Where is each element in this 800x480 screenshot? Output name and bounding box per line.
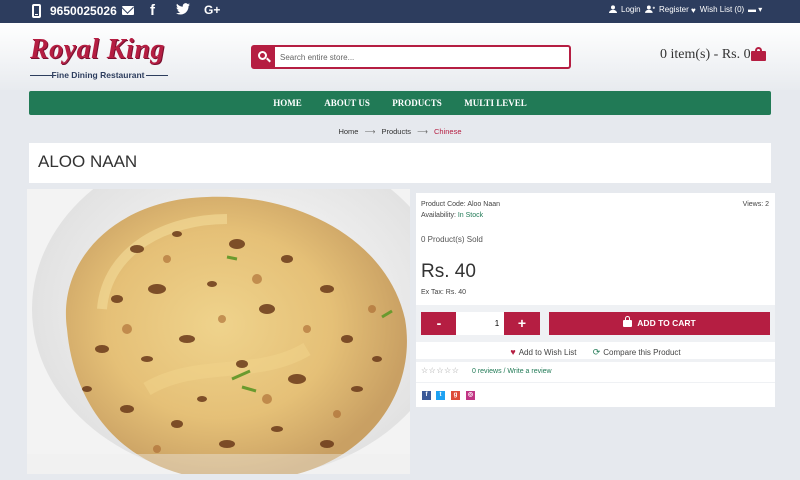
twitter-icon[interactable] xyxy=(176,3,190,15)
divider xyxy=(416,382,775,383)
add-to-wishlist-link[interactable]: ♥ Add to Wish List xyxy=(510,347,576,357)
search-input[interactable] xyxy=(280,49,565,65)
facebook-share-icon[interactable]: f xyxy=(422,391,431,400)
top-bar: 9650025026 f G+ Login Register ♥ Wish Lis… xyxy=(0,0,800,23)
mail-icon[interactable] xyxy=(122,6,134,15)
header: Royal King Fine Dining Restaurant 0 item… xyxy=(0,23,800,90)
facebook-icon[interactable]: f xyxy=(150,2,155,19)
naan-illustration xyxy=(27,189,410,474)
ex-tax-price: Ex Tax: Rs. 40 xyxy=(421,289,467,296)
compare-product-link[interactable]: ⟳ Compare this Product xyxy=(593,347,681,358)
heart-icon: ♥ xyxy=(691,6,696,15)
rating-stars: ☆☆☆☆☆ xyxy=(421,366,460,375)
refresh-icon: ⟳ xyxy=(592,347,601,357)
phone-number: 9650025026 xyxy=(50,4,117,18)
product-info-panel: Product Code: Aloo Naan Availability: In… xyxy=(416,193,775,407)
phone-icon xyxy=(32,4,41,18)
google-plus-share-icon[interactable]: g xyxy=(451,391,460,400)
availability: Availability: In Stock xyxy=(421,212,484,219)
heart-icon: ♥ xyxy=(510,347,516,357)
arrow-right-icon: ⟶ xyxy=(417,127,428,136)
product-actions: ♥ Add to Wish List ⟳ Compare this Product xyxy=(416,343,775,359)
wishlist-link[interactable]: ♥ Wish List (0) xyxy=(691,5,744,15)
google-plus-icon[interactable]: G+ xyxy=(204,3,220,17)
stock-status: In Stock xyxy=(457,212,484,219)
reviews-link[interactable]: 0 reviews / Write a review xyxy=(472,368,552,375)
views-count: Views: 2 xyxy=(742,201,769,208)
main-nav: HOME ABOUT US PRODUCTS MULTI LEVEL xyxy=(29,91,771,115)
decrease-quantity-button[interactable]: - xyxy=(421,312,457,335)
nav-item-products[interactable]: PRODUCTS xyxy=(383,91,451,115)
minus-icon: ▬ xyxy=(748,5,756,14)
shopping-bag-icon[interactable] xyxy=(751,47,766,61)
twitter-share-icon[interactable]: t xyxy=(436,391,445,400)
register-link[interactable]: Register xyxy=(645,5,689,14)
product-price: Rs. 40 xyxy=(421,261,476,282)
search-box xyxy=(251,45,571,69)
user-icon xyxy=(609,5,617,13)
increase-quantity-button[interactable]: + xyxy=(504,312,540,335)
nav-item-home[interactable]: HOME xyxy=(264,91,311,115)
product-code: Product Code: Aloo Naan xyxy=(421,201,501,208)
login-link[interactable]: Login xyxy=(609,5,641,14)
nav-item-about-us[interactable]: ABOUT US xyxy=(315,91,379,115)
page-title: ALOO NAAN xyxy=(38,152,138,171)
breadcrumb-chinese[interactable]: Chinese xyxy=(434,127,462,136)
caret-down-icon: ▾ xyxy=(758,5,763,14)
breadcrumb-home[interactable]: Home xyxy=(338,127,358,136)
breadcrumb: Home ⟶ Products ⟶ Chinese xyxy=(0,127,800,136)
cart-summary[interactable]: 0 item(s) - Rs. 0 xyxy=(660,47,751,63)
search-button[interactable] xyxy=(253,47,275,67)
quantity-row: - + ADD TO CART xyxy=(416,305,775,342)
nav-item-multi-level[interactable]: MULTI LEVEL xyxy=(455,91,535,115)
product-image[interactable] xyxy=(27,189,410,474)
currency-dropdown[interactable]: ▬ ▾ xyxy=(748,5,762,14)
logo[interactable]: Royal King Fine Dining Restaurant xyxy=(28,34,178,82)
breadcrumb-products[interactable]: Products xyxy=(381,127,411,136)
user-plus-icon xyxy=(645,5,655,13)
divider xyxy=(416,359,775,362)
logo-divider xyxy=(146,75,168,76)
sold-count: 0 Product(s) Sold xyxy=(421,235,483,244)
arrow-right-icon: ⟶ xyxy=(364,127,376,136)
title-bar: ALOO NAAN xyxy=(29,143,771,183)
logo-title: Royal King xyxy=(30,34,165,65)
instagram-share-icon[interactable]: ◎ xyxy=(466,391,475,400)
add-to-cart-button[interactable]: ADD TO CART xyxy=(549,312,770,335)
shopping-bag-icon xyxy=(623,316,633,327)
